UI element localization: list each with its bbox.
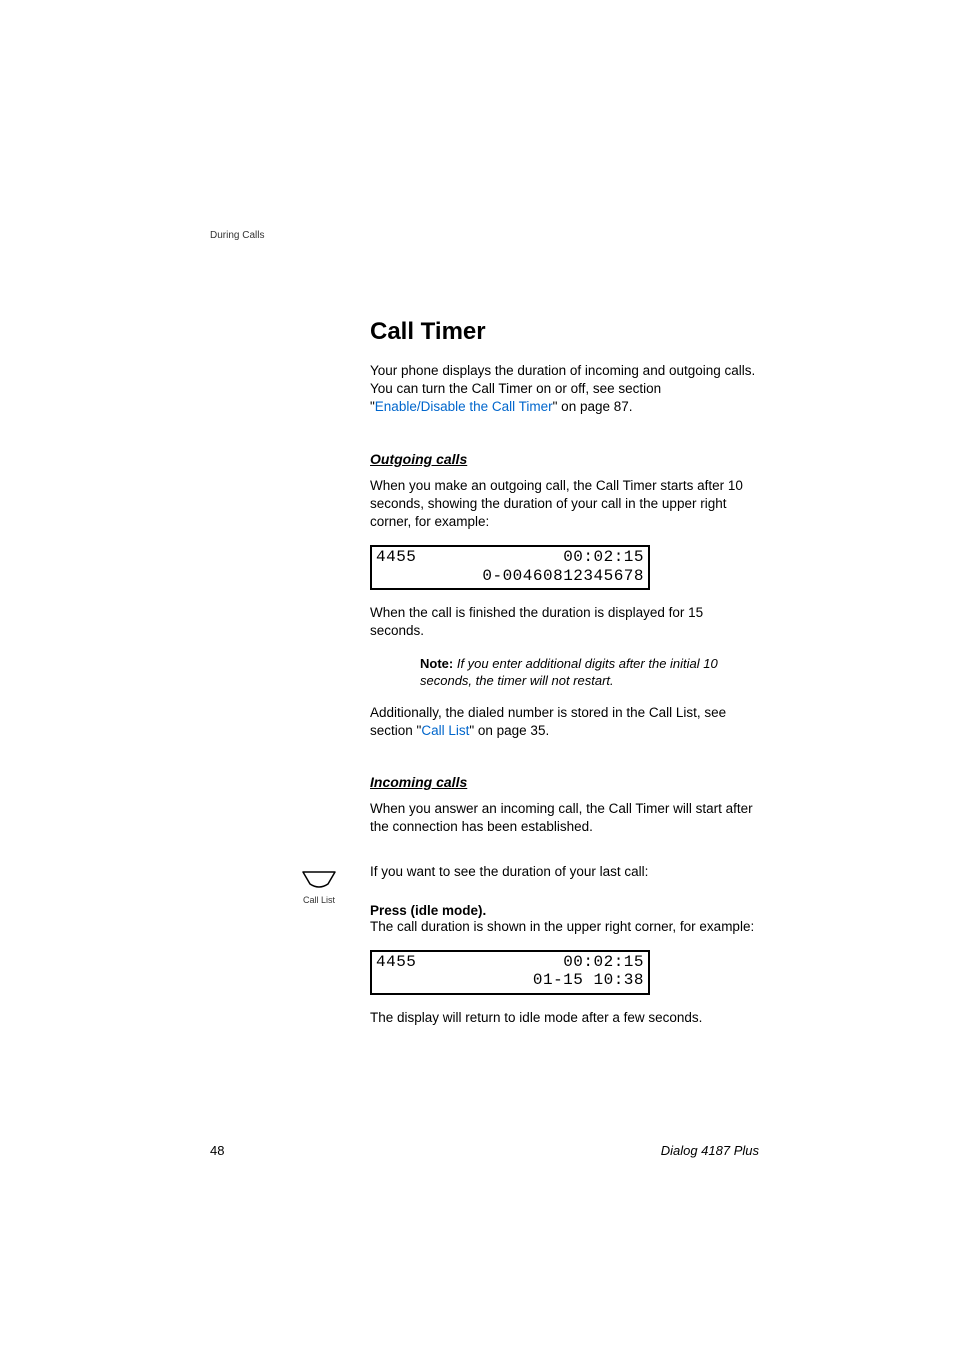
lcd-number: 0-00460812345678 — [482, 567, 644, 585]
outgoing-para-3: Additionally, the dialed number is store… — [370, 704, 759, 740]
product-name: Dialog 4187 Plus — [661, 1143, 759, 1158]
outgoing-para-2: When the call is finished the duration i… — [370, 604, 759, 640]
outgoing-text-3b: " on page 35. — [469, 723, 549, 738]
running-header: During Calls — [210, 230, 264, 241]
press-instruction: Press (idle mode). — [370, 903, 759, 918]
lcd-extension-2: 4455 — [376, 953, 416, 971]
lcd-timer-2: 00:02:15 — [563, 953, 644, 971]
incoming-para-2: If you want to see the duration of your … — [370, 863, 759, 881]
incoming-para-4: The display will return to idle mode aft… — [370, 1009, 759, 1027]
page-number: 48 — [210, 1143, 224, 1158]
intro-paragraph: Your phone displays the duration of inco… — [370, 362, 759, 417]
lcd-timer: 00:02:15 — [563, 548, 644, 566]
incoming-calls-heading: Incoming calls — [370, 774, 759, 790]
call-list-key-icon — [301, 870, 337, 888]
note-text: If you enter additional digits after the… — [420, 656, 718, 689]
outgoing-calls-heading: Outgoing calls — [370, 451, 759, 467]
outgoing-para-1: When you make an outgoing call, the Call… — [370, 477, 759, 532]
lcd-display-incoming: 4455 00:02:15 01-15 10:38 — [370, 950, 650, 995]
note-label: Note: — [420, 656, 457, 671]
lcd-extension: 4455 — [376, 548, 416, 566]
enable-disable-link[interactable]: Enable/Disable the Call Timer — [375, 399, 553, 414]
lcd-datetime: 01-15 10:38 — [533, 971, 644, 989]
call-list-link[interactable]: Call List — [421, 723, 469, 738]
page-footer: 48 Dialog 4187 Plus — [210, 1143, 759, 1158]
call-list-key-icon-block: Call List — [295, 870, 343, 905]
section-title: Call Timer — [370, 318, 759, 346]
incoming-para-1: When you answer an incoming call, the Ca… — [370, 800, 759, 836]
lcd-display-outgoing: 4455 00:02:15 0-00460812345678 — [370, 545, 650, 590]
incoming-para-3: The call duration is shown in the upper … — [370, 918, 759, 936]
note-block: Note: If you enter additional digits aft… — [420, 655, 759, 690]
intro-text-2: " on page 87. — [553, 399, 633, 414]
icon-caption: Call List — [295, 895, 343, 905]
